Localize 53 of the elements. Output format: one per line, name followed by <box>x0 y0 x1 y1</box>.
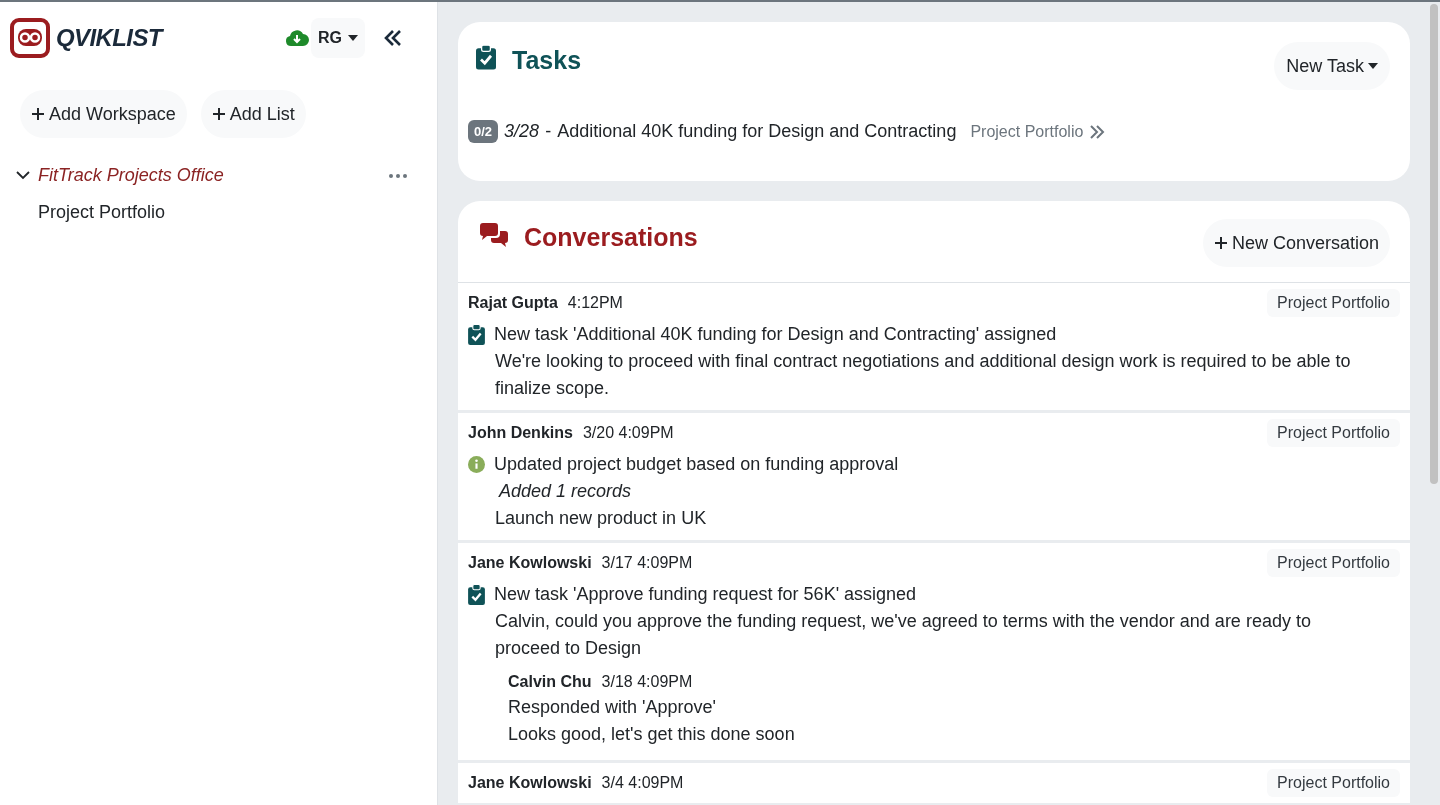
task-title[interactable]: Additional 40K funding for Design and Contracting <box>557 118 957 145</box>
message-text: Added 1 records <box>499 480 633 503</box>
message-time: 3/20 4:09PM <box>582 423 674 443</box>
task-separator: - <box>545 120 552 143</box>
task-list-link[interactable]: Project Portfolio <box>970 119 1106 144</box>
message-title: New task 'Additional 40K funding for Design and Contracting' assigned <box>494 323 1057 346</box>
more-icon <box>389 173 407 178</box>
logo-icon <box>10 18 50 58</box>
app-logo: QVIKLIST <box>56 23 162 53</box>
cloud-download-icon <box>285 29 309 47</box>
list-tag[interactable]: Project Portfolio <box>1267 549 1400 577</box>
message-text: Calvin, could you approve the funding request, we've agreed to terms with the vendor and are ready to proceed to Design <box>495 610 1312 660</box>
add-button[interactable]: Add Workspace <box>20 90 187 138</box>
plus-icon <box>211 107 226 121</box>
message-time: 4:12PM <box>567 293 623 313</box>
list-item[interactable]: Project Portfolio <box>38 199 166 226</box>
progress-badge: 0/2 <box>468 119 499 144</box>
section-title: Tasks <box>512 45 582 76</box>
author-name: Calvin Chu <box>508 672 592 692</box>
clipboard-check-icon <box>476 44 496 70</box>
list-tag[interactable]: Project Portfolio <box>1267 289 1400 317</box>
plus-icon <box>1213 236 1228 250</box>
message-time: 3/18 4:09PM <box>601 672 693 692</box>
caret-icon <box>348 35 358 41</box>
message-text: We're looking to proceed with final contract negotiations and additional design work is required to be able to finalize scope. <box>495 350 1352 400</box>
message-time: 3/4 4:09PM <box>601 773 684 793</box>
caret-icon <box>1368 63 1378 69</box>
user-menu-button[interactable]: RG <box>311 18 365 58</box>
clipboard-check-icon <box>468 324 485 345</box>
double-chevron-icon <box>1089 124 1106 139</box>
message-time: 3/17 4:09PM <box>601 553 693 573</box>
reply-text: Looks good, let's get this done soon <box>508 723 796 746</box>
plus-icon <box>31 107 45 121</box>
author-name: Jane Kowlowski <box>468 773 592 793</box>
task-date: 3/28 <box>504 120 540 143</box>
chevron-icon[interactable] <box>16 171 32 180</box>
clipboard-check-icon <box>468 584 485 605</box>
author-name: Rajat Gupta <box>468 293 558 313</box>
message-text: Launch new product in UK <box>495 507 708 530</box>
message-title: New task 'Approve funding request for 56K' assigned <box>494 583 917 606</box>
author-name: Jane Kowlowski <box>468 553 592 573</box>
author-name: John Denkins <box>468 423 573 443</box>
new-conversation-button[interactable]: New Conversation <box>1202 219 1390 267</box>
list-tag[interactable]: Project Portfolio <box>1267 419 1400 447</box>
new-task-button[interactable]: New Task <box>1274 42 1390 90</box>
add-button[interactable]: Add List <box>200 90 306 138</box>
chat-bubbles-icon <box>478 223 510 249</box>
list-tag[interactable]: Project Portfolio <box>1267 769 1400 797</box>
message-title: Updated project budget based on funding approval <box>494 453 899 476</box>
info-icon <box>468 456 485 473</box>
section-title: Conversations <box>524 222 698 253</box>
reply-text: Responded with 'Approve' <box>508 696 717 719</box>
workspace-item[interactable]: FitTrack Projects Office <box>38 162 224 189</box>
